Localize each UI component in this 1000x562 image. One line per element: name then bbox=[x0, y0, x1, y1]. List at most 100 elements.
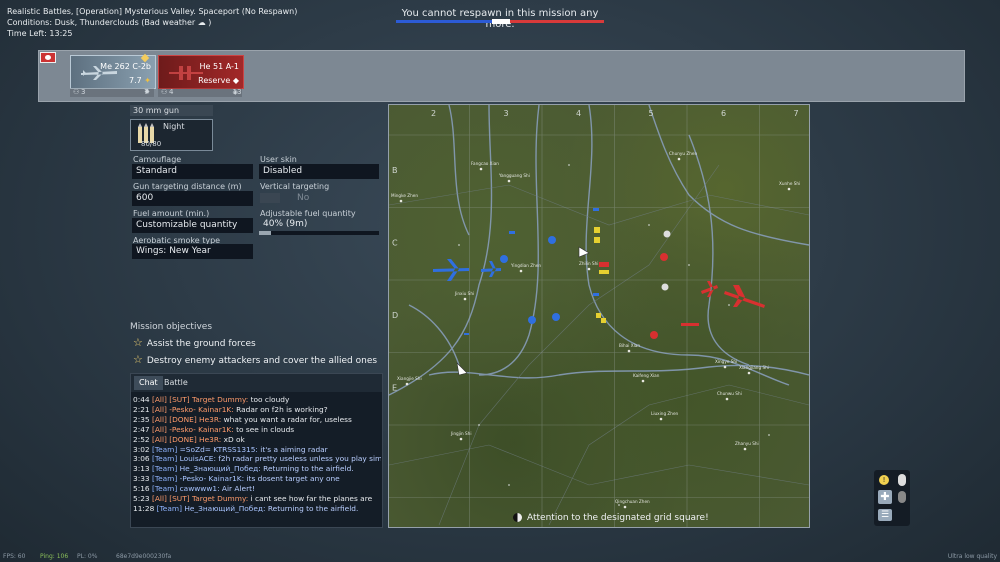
vehicle-slot-footer: ⚇ 3 7 ✸ bbox=[70, 88, 154, 97]
vehicle-slot-he51[interactable]: He 51 A-1 Reserve ◆ bbox=[158, 55, 244, 89]
enemy-fighter-icon bbox=[701, 281, 718, 297]
allied-bomber-icon bbox=[433, 259, 469, 281]
town-label: Chunyu Zhen bbox=[669, 151, 697, 156]
enemy-unit-marker bbox=[661, 283, 669, 291]
chat-line: 3:02 [Team] =SoZd= KTRSS1315: it's a aim… bbox=[133, 444, 328, 454]
reserve-label: Reserve ◆ bbox=[198, 76, 239, 85]
town-label: Fangcao Xian bbox=[471, 161, 499, 166]
objectives-title: Mission objectives bbox=[130, 322, 213, 332]
enemy-units bbox=[650, 230, 765, 339]
vehicle-name: He 51 A-1 bbox=[199, 62, 239, 71]
skin-select[interactable]: Disabled bbox=[259, 164, 379, 179]
allied-unit-marker bbox=[464, 333, 469, 335]
grid-row-label: E bbox=[392, 384, 397, 393]
vertical-targeting-toggle[interactable] bbox=[260, 193, 280, 203]
ammo-count: 80/80 bbox=[141, 140, 162, 148]
town-dot bbox=[787, 187, 791, 191]
town-label: Jingjin Shi bbox=[450, 431, 472, 436]
nation-flag-icon bbox=[40, 52, 56, 63]
player-arrow-icon bbox=[578, 246, 590, 258]
smoke-select[interactable]: Wings: New Year bbox=[132, 244, 253, 259]
allied-unit-marker bbox=[552, 313, 560, 321]
allied-fighter-icon bbox=[481, 261, 501, 277]
player-arrow-icon bbox=[456, 362, 468, 376]
chat-line: 2:21 [All] -Pesko- Kainar1K: Radar on f2… bbox=[133, 404, 328, 414]
star-icon: ☆ bbox=[133, 353, 143, 366]
allied-unit-marker bbox=[593, 208, 599, 211]
enemy-unit-marker bbox=[663, 230, 671, 238]
tactical-map[interactable]: 2 3 4 5 6 7 B C D E Fangcao Xian Yangguang Shi Chun… bbox=[388, 104, 810, 528]
ground-objectives bbox=[594, 227, 609, 323]
town-dot bbox=[399, 199, 403, 203]
town-dot bbox=[463, 297, 467, 301]
town-dot bbox=[747, 371, 751, 375]
gun-target-select[interactable]: 600 bbox=[132, 191, 253, 206]
adj-fuel-slider-fill bbox=[259, 231, 271, 235]
chat-line: 2:47 [All] -Pesko- Kainar1K: to see in c… bbox=[133, 424, 295, 434]
mouse-left-icon bbox=[898, 474, 906, 486]
quality-label: Ultra low quality bbox=[947, 553, 997, 560]
town-dot bbox=[459, 437, 463, 441]
mouse-right-icon bbox=[898, 491, 906, 503]
allied-unit-marker bbox=[509, 231, 515, 234]
gun-header: 30 mm gun bbox=[130, 105, 213, 116]
session-id: 68e7d9e000230fa bbox=[116, 553, 172, 560]
town-dot bbox=[659, 417, 663, 421]
roads bbox=[389, 164, 809, 526]
grid-col-label: 2 bbox=[431, 109, 436, 118]
cloud-icon: ☁ bbox=[197, 18, 206, 27]
chat-messages: 0:44 [All] [SUT] Target Dummy: too cloud… bbox=[133, 395, 381, 514]
allied-unit-marker bbox=[500, 255, 508, 263]
time-left: Time Left: 13:25 bbox=[7, 29, 73, 38]
team-score-bar bbox=[396, 19, 604, 24]
crew-icon: ⚇ bbox=[161, 88, 168, 96]
move-icon[interactable]: ✚ bbox=[878, 490, 892, 504]
mission-title: Realistic Battles, [Operation] Mysteriou… bbox=[7, 7, 298, 16]
enemy-unit-marker bbox=[681, 323, 699, 326]
map-hint: Attention to the designated grid square! bbox=[527, 513, 709, 523]
town-dot bbox=[641, 379, 645, 383]
grid-row-label: D bbox=[392, 311, 398, 320]
town-dot bbox=[723, 365, 727, 369]
mission-conditions: Conditions: Dusk, Thunderclouds (Bad wea… bbox=[7, 18, 212, 27]
rivers bbox=[389, 105, 809, 396]
settings-sliders-icon[interactable]: ☰ bbox=[878, 509, 892, 521]
star-icon: ☆ bbox=[133, 336, 143, 349]
chat-line: 3:33 [Team] -Pesko- Kainar1K: its dosent… bbox=[133, 474, 340, 484]
fuel-label: Fuel amount (min.) bbox=[133, 209, 210, 218]
map-canvas: 2 3 4 5 6 7 B C D E Fangcao Xian Yangguang Shi Chun… bbox=[389, 105, 809, 527]
adj-fuel-label: Adjustable fuel quantity bbox=[260, 209, 356, 218]
help-icon[interactable]: ! bbox=[879, 475, 889, 485]
town-dot bbox=[587, 267, 591, 271]
allied-unit-marker bbox=[593, 293, 599, 296]
ping-counter: Ping: 106 bbox=[40, 553, 69, 560]
tab-battle[interactable]: Battle bbox=[159, 376, 193, 390]
town-dot bbox=[519, 269, 523, 273]
map-dots bbox=[458, 164, 770, 506]
vehicle-name: Me 262 C-2b bbox=[100, 62, 151, 71]
grid-col-label: 4 bbox=[576, 109, 581, 118]
town-label: Mingke Zhen bbox=[391, 193, 418, 198]
chat-line: 2:52 [All] [DONE] He3R: xD ok bbox=[133, 434, 245, 444]
grid-row-label: C bbox=[392, 239, 398, 248]
town-dot bbox=[405, 382, 409, 386]
ammo-belt-selector[interactable]: Night 80/80 bbox=[130, 119, 213, 151]
vertical-targeting-value: No bbox=[297, 193, 310, 203]
town-label: Kaifeng Xian bbox=[633, 373, 660, 378]
camouflage-select[interactable]: Standard bbox=[132, 164, 253, 179]
grid-col-label: 3 bbox=[504, 109, 509, 118]
adj-fuel-slider[interactable] bbox=[259, 231, 379, 235]
town-label: Liuxing Zhen bbox=[651, 411, 679, 416]
skin-label: User skin bbox=[260, 155, 297, 164]
chat-line: 3:13 [Team] Не_Знающий_Побед: Returning … bbox=[133, 464, 354, 474]
chat-panel: Chat Battle 0:44 [All] [SUT] Target Dumm… bbox=[130, 373, 383, 528]
enemy-bomber-icon bbox=[724, 285, 765, 308]
enemy-unit-marker bbox=[660, 253, 668, 261]
vertical-targeting-label: Vertical targeting bbox=[260, 182, 330, 191]
vehicle-slot-me262[interactable]: Me 262 C-2b 7.7 ✦ bbox=[70, 53, 156, 89]
fuel-select[interactable]: Customizable quantity bbox=[132, 218, 253, 233]
grid-row-label: B bbox=[392, 166, 398, 175]
allied-unit-marker bbox=[528, 316, 536, 324]
town-dot bbox=[479, 167, 483, 171]
town-label: Xiangjiang Shi bbox=[739, 365, 769, 370]
